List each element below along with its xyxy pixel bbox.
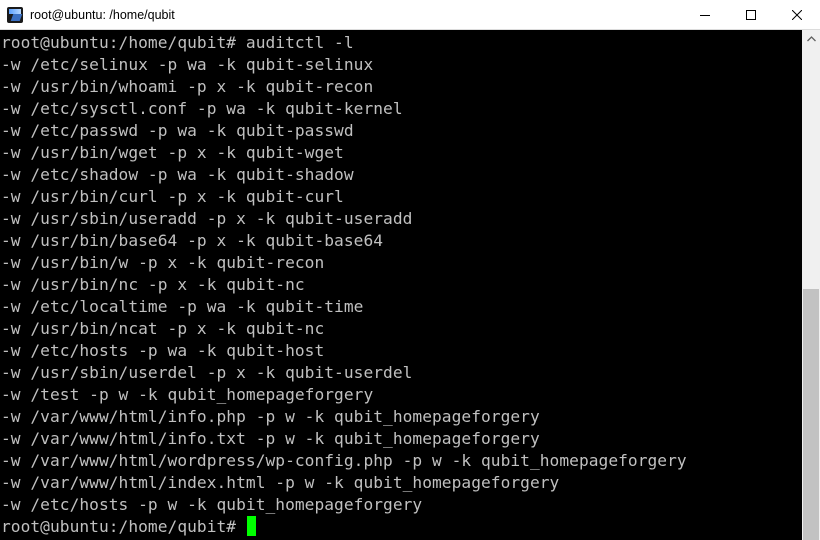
minimize-button[interactable] [682, 0, 728, 29]
putty-terminal-icon[interactable] [7, 6, 23, 23]
text-cursor [246, 516, 256, 536]
output-line: -w /var/www/html/index.html -p w -k qubi… [1, 473, 560, 492]
output-line: -w /usr/bin/nc -p x -k qubit-nc [1, 275, 305, 294]
close-icon [792, 9, 802, 20]
output-line: -w /usr/bin/whoami -p x -k qubit-recon [1, 77, 374, 96]
vertical-scrollbar[interactable] [802, 30, 820, 540]
output-line: -w /etc/selinux -p wa -k qubit-selinux [1, 55, 374, 74]
output-line: -w /usr/bin/w -p x -k qubit-recon [1, 253, 325, 272]
window-title: root@ubuntu: /home/qubit [30, 7, 175, 22]
output-line: -w /etc/sysctl.conf -p wa -k qubit-kerne… [1, 99, 403, 118]
terminal-output[interactable]: root@ubuntu:/home/qubit# auditctl -l -w … [0, 30, 802, 540]
scroll-up-button[interactable] [802, 30, 820, 47]
shell-prompt: root@ubuntu:/home/qubit# [1, 517, 246, 536]
output-line: -w /usr/sbin/userdel -p x -k qubit-userd… [1, 363, 413, 382]
output-line: -w /usr/bin/curl -p x -k qubit-curl [1, 187, 344, 206]
terminal-window: root@ubuntu: /home/qubit root@ubuntu:/ho… [0, 0, 820, 540]
output-line: -w /etc/hosts -p wa -k qubit-host [1, 341, 325, 360]
output-line: -w /usr/bin/wget -p x -k qubit-wget [1, 143, 344, 162]
output-line: -w /var/www/html/info.txt -p w -k qubit_… [1, 429, 540, 448]
maximize-button[interactable] [728, 0, 774, 29]
output-line: -w /usr/bin/base64 -p x -k qubit-base64 [1, 231, 384, 250]
output-line: -w /etc/hosts -p w -k qubit_homepageforg… [1, 495, 423, 514]
output-line: -w /usr/sbin/useradd -p x -k qubit-usera… [1, 209, 413, 228]
output-line: -w /etc/localtime -p wa -k qubit-time [1, 297, 364, 316]
output-line: -w /etc/passwd -p wa -k qubit-passwd [1, 121, 354, 140]
output-line: -w /var/www/html/info.php -p w -k qubit_… [1, 407, 540, 426]
prompt-line[interactable]: root@ubuntu:/home/qubit# [1, 516, 802, 538]
output-line: -w /var/www/html/wordpress/wp-config.php… [1, 451, 687, 470]
title-bar[interactable]: root@ubuntu: /home/qubit [0, 0, 820, 30]
scroll-thumb[interactable] [803, 289, 819, 540]
window-controls [682, 0, 820, 29]
command-line: root@ubuntu:/home/qubit# auditctl -l [1, 33, 354, 52]
output-line: -w /test -p w -k qubit_homepageforgery [1, 385, 374, 404]
maximize-icon [746, 9, 756, 20]
output-line: -w /etc/shadow -p wa -k qubit-shadow [1, 165, 354, 184]
chevron-up-icon [806, 35, 816, 41]
minimize-icon [700, 14, 710, 16]
close-button[interactable] [774, 0, 820, 29]
output-line: -w /usr/bin/ncat -p x -k qubit-nc [1, 319, 325, 338]
terminal-lines: root@ubuntu:/home/qubit# auditctl -l -w … [0, 30, 802, 538]
